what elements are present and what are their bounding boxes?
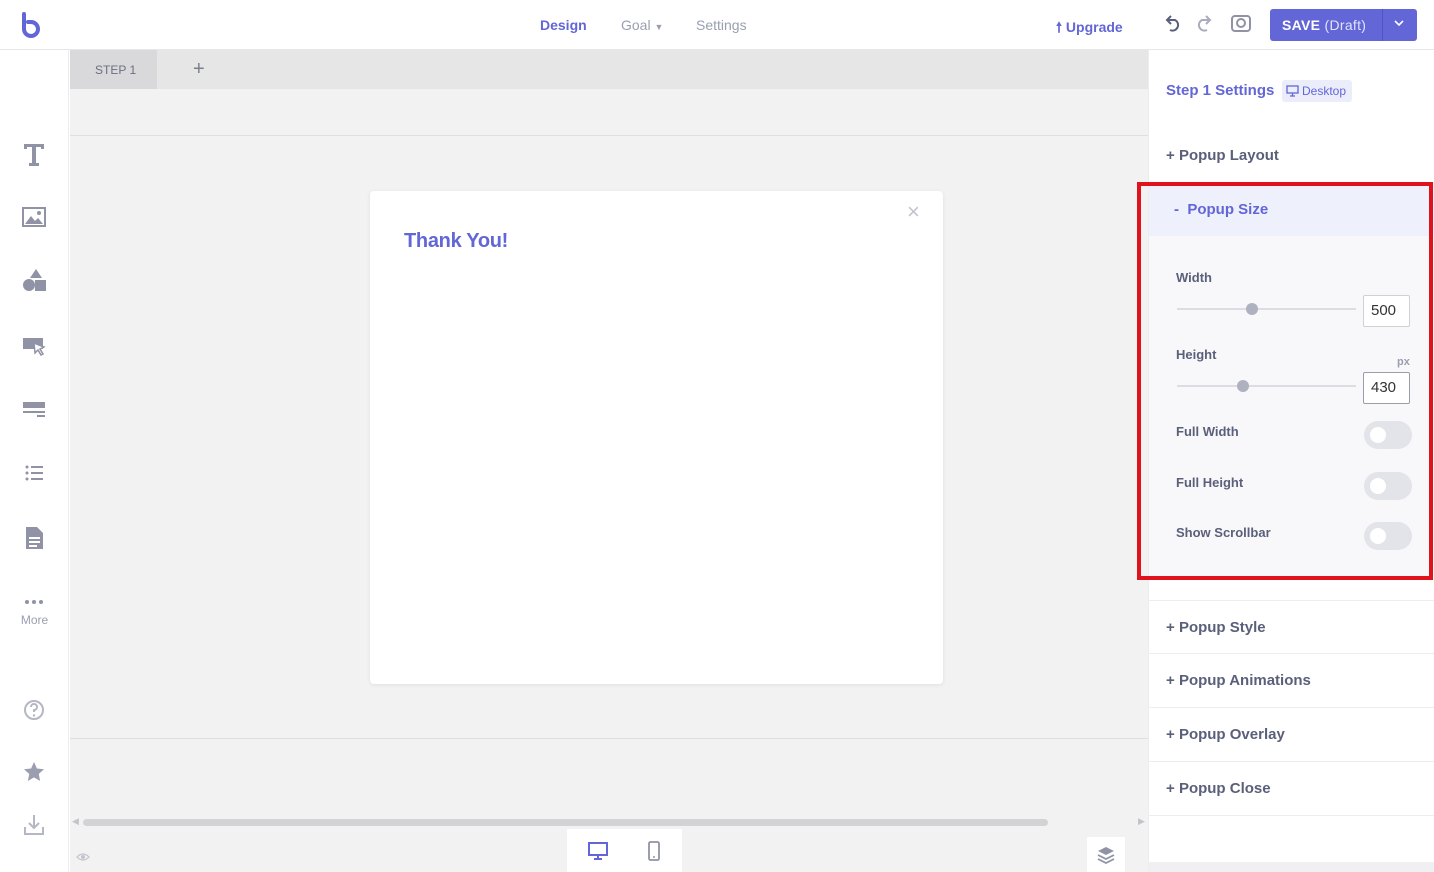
form-icon[interactable] <box>20 524 48 552</box>
section-label: Popup Size <box>1187 201 1269 218</box>
button-icon[interactable] <box>20 331 48 359</box>
preview-icon[interactable] <box>1230 13 1252 35</box>
width-slider-thumb[interactable] <box>1246 303 1259 315</box>
canvas-guide-top <box>70 135 1148 136</box>
shapes-icon[interactable] <box>20 266 48 294</box>
popup-preview[interactable]: Thank You! × <box>370 191 943 684</box>
full-width-toggle[interactable] <box>1364 421 1412 449</box>
section-label: Popup Close <box>1178 780 1271 797</box>
layers-button[interactable] <box>1087 837 1125 872</box>
canvas-guide-bottom <box>70 738 1148 739</box>
full-height-label: Full Height <box>1176 475 1244 490</box>
logo-icon[interactable] <box>18 12 44 38</box>
height-input[interactable]: 430 <box>1363 372 1410 404</box>
width-input[interactable]: 500 <box>1363 295 1410 327</box>
show-scrollbar-label: Show Scrollbar <box>1176 525 1271 540</box>
list-icon[interactable] <box>20 459 48 487</box>
upgrade-label: Upgrade <box>1065 19 1123 35</box>
save-divider <box>1382 9 1383 41</box>
toggle-knob <box>1370 528 1386 544</box>
expand-icon: + <box>1166 780 1179 797</box>
star-icon[interactable] <box>20 758 48 786</box>
tab-design[interactable]: Design <box>540 17 587 33</box>
height-slider-thumb[interactable] <box>1237 380 1250 392</box>
save-status: (Draft) <box>1324 17 1367 33</box>
tab-goal[interactable]: Goal ▼ <box>621 17 663 33</box>
divider-icon[interactable] <box>20 395 48 423</box>
full-height-toggle[interactable] <box>1364 472 1412 500</box>
tab-goal-label: Goal <box>621 17 651 33</box>
layers-icon <box>1097 847 1115 865</box>
more-icon[interactable] <box>20 588 48 616</box>
top-bar: Design Goal ▼ Settings 🠕 Upgrade SAVE (D… <box>0 0 1434 50</box>
eye-icon[interactable] <box>76 851 90 863</box>
redo-icon[interactable] <box>1193 13 1215 35</box>
full-width-label: Full Width <box>1176 424 1239 439</box>
section-popup-style[interactable]: + Popup Style <box>1149 600 1434 654</box>
section-popup-overlay[interactable]: + Popup Overlay <box>1149 708 1434 762</box>
scroll-left-icon[interactable]: ◀ <box>72 816 79 827</box>
section-label: Popup Animations <box>1178 672 1311 689</box>
toggle-knob <box>1370 478 1386 494</box>
upgrade-link[interactable]: 🠕 Upgrade <box>1056 17 1123 41</box>
height-label: Height <box>1176 347 1217 362</box>
section-popup-close[interactable]: + Popup Close <box>1149 762 1434 816</box>
step-tab-label: STEP 1 <box>95 63 137 77</box>
unit-label: px <box>1397 356 1410 368</box>
editor-canvas: STEP 1 + Thank You! × ◀ ▶ <box>70 50 1148 872</box>
section-popup-animations[interactable]: + Popup Animations <box>1149 654 1434 708</box>
tab-settings[interactable]: Settings <box>696 17 747 33</box>
section-label: Popup Overlay <box>1178 726 1285 743</box>
width-label: Width <box>1176 270 1212 285</box>
download-icon[interactable] <box>20 811 48 839</box>
save-button[interactable]: SAVE (Draft) <box>1270 9 1417 41</box>
width-slider[interactable] <box>1177 308 1356 310</box>
close-icon[interactable]: × <box>907 201 920 223</box>
collapse-icon: - <box>1174 201 1188 218</box>
text-icon[interactable] <box>20 140 48 168</box>
tab-step-1[interactable]: STEP 1 <box>70 50 157 89</box>
device-badge[interactable]: Desktop <box>1282 80 1353 102</box>
scroll-right-icon[interactable]: ▶ <box>1138 816 1145 827</box>
toggle-knob <box>1370 427 1386 443</box>
device-badge-label: Desktop <box>1302 84 1347 98</box>
mobile-icon[interactable] <box>643 840 665 862</box>
panel-footer <box>1149 862 1434 872</box>
panel-title: Step 1 Settings <box>1166 82 1275 99</box>
undo-icon[interactable] <box>1162 13 1184 35</box>
section-label: Popup Style <box>1178 619 1266 636</box>
chevron-down-icon: ▼ <box>654 22 664 32</box>
help-icon[interactable] <box>20 696 48 724</box>
expand-icon: + <box>1166 726 1179 743</box>
save-label: SAVE <box>1282 17 1321 33</box>
expand-icon: + <box>1166 619 1179 636</box>
arrow-up-icon: 🠕 <box>1056 19 1063 35</box>
section-popup-size: - Popup Size Width 500 Height px 430 Ful… <box>1149 183 1434 578</box>
chevron-down-icon[interactable] <box>1392 16 1406 30</box>
add-step-button[interactable]: + <box>193 58 205 81</box>
device-switch <box>567 829 682 872</box>
expand-icon: + <box>1166 672 1179 689</box>
desktop-icon[interactable] <box>587 840 609 862</box>
steps-bar: STEP 1 + <box>70 50 1148 89</box>
section-popup-size-header[interactable]: - Popup Size <box>1149 183 1434 236</box>
image-icon[interactable] <box>20 203 48 231</box>
horizontal-scrollbar[interactable] <box>83 819 1048 826</box>
section-label: Popup Layout <box>1178 147 1279 164</box>
height-slider[interactable] <box>1177 385 1356 387</box>
desktop-icon <box>1286 85 1299 97</box>
more-label[interactable]: More <box>0 613 69 627</box>
tool-sidebar: More <box>0 50 69 872</box>
section-popup-layout[interactable]: + Popup Layout <box>1149 129 1434 183</box>
settings-panel: Step 1 Settings Desktop + Popup Layout -… <box>1148 50 1434 872</box>
popup-title[interactable]: Thank You! <box>404 230 508 253</box>
expand-icon: + <box>1166 147 1179 164</box>
show-scrollbar-toggle[interactable] <box>1364 522 1412 550</box>
